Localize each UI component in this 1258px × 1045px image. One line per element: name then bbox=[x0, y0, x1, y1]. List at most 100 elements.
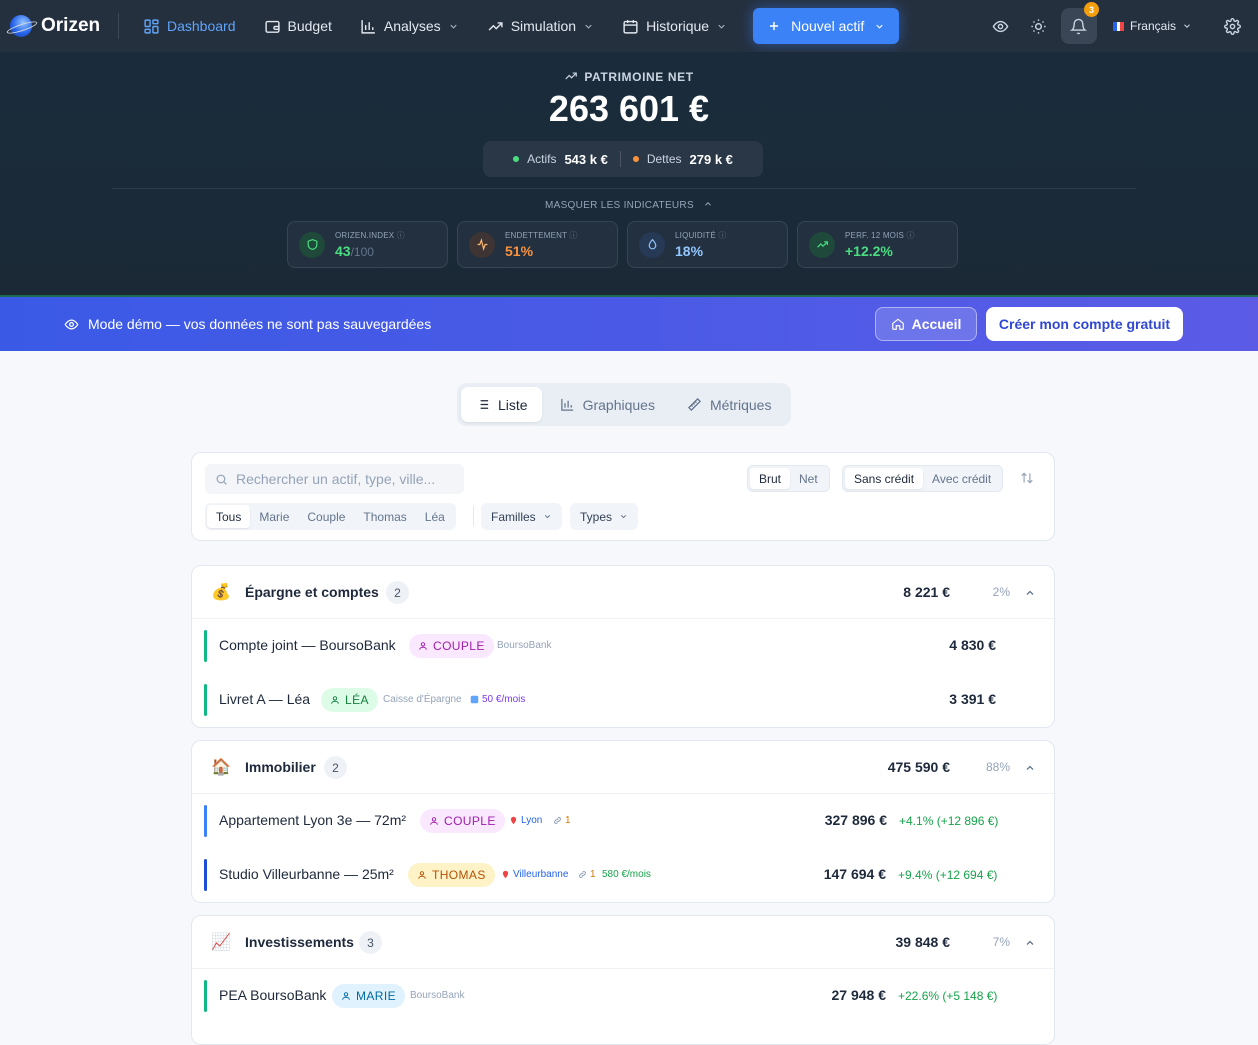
kpi-label: PERF. 12 MOIS ⓘ bbox=[845, 231, 915, 240]
user-icon bbox=[430, 817, 438, 825]
net-worth-label: PATRIMOINE NET bbox=[0, 69, 1258, 84]
kpi-label: ENDETTEMENT ⓘ bbox=[505, 231, 578, 240]
kpi-value: 18% bbox=[675, 243, 704, 259]
home-button[interactable]: Accueil bbox=[875, 307, 977, 341]
tab-metriques[interactable]: Métriques bbox=[673, 387, 785, 422]
category-title: Investissements bbox=[245, 934, 354, 950]
kpi-perf-12-mois[interactable]: PERF. 12 MOIS ⓘ +12.2% bbox=[797, 221, 958, 268]
owner-tag: MARIE bbox=[332, 984, 406, 1008]
hide-indicators-toggle[interactable]: MASQUER LES INDICATEURS bbox=[0, 199, 1258, 211]
net-worth-value: 263 601 € bbox=[548, 88, 710, 129]
settings-button[interactable] bbox=[1216, 10, 1248, 42]
bank-label: BoursoBank bbox=[410, 990, 465, 1001]
kpi-endettement[interactable]: ENDETTEMENT ⓘ 51% bbox=[457, 221, 618, 268]
list-icon bbox=[477, 400, 489, 409]
dashboard-icon bbox=[144, 18, 159, 34]
debts-label: Dettes bbox=[646, 152, 682, 166]
avec-credit-option[interactable]: Avec crédit bbox=[923, 468, 1000, 489]
debts-dot bbox=[632, 156, 639, 162]
rental-income: 580 €/mois bbox=[602, 869, 651, 880]
net-worth-hero: PATRIMOINE NET 263 601 € Actifs 543 k € … bbox=[0, 52, 1258, 297]
nav-label: Budget bbox=[287, 18, 332, 34]
nav-divider bbox=[118, 13, 119, 39]
chevron-up-icon[interactable] bbox=[1024, 762, 1036, 774]
calendar-icon bbox=[623, 19, 638, 34]
nav-item-simulation[interactable]: Simulation bbox=[475, 10, 606, 43]
bell-icon bbox=[1070, 18, 1088, 34]
demo-message: Mode démo — vos données ne sont pas sauv… bbox=[88, 316, 432, 332]
owner-thomas[interactable]: Thomas bbox=[354, 505, 415, 528]
new-asset-button[interactable]: Nouvel actif bbox=[753, 8, 900, 44]
asset-row[interactable]: Compte joint — BoursoBank COUPLE BoursoB… bbox=[192, 619, 1054, 673]
asset-performance: +4.1% (+12 896 €) bbox=[899, 814, 999, 828]
kpi-liquidite[interactable]: LIQUIDITÉ ⓘ 18% bbox=[627, 221, 788, 268]
activity-icon bbox=[469, 231, 495, 258]
kpi-label: ORIZEN.INDEX ⓘ bbox=[335, 231, 405, 240]
category-header[interactable]: 📈 Investissements 3 39 848 € 7% bbox=[192, 916, 1054, 969]
category-header[interactable]: 💰 Épargne et comptes 2 8 221 € 2% bbox=[192, 566, 1054, 619]
assets-debts-summary: Actifs 543 k € Dettes 279 k € bbox=[483, 141, 763, 177]
types-dropdown[interactable]: Types bbox=[570, 503, 639, 530]
link-icon bbox=[579, 871, 586, 878]
hero-divider bbox=[112, 188, 1136, 189]
kpi-value: 51% bbox=[505, 243, 534, 259]
repeat-icon bbox=[470, 695, 479, 704]
notifications-button[interactable]: 3 bbox=[1060, 2, 1099, 44]
kpi-orizen-index[interactable]: ORIZEN.INDEX ⓘ 43/100 bbox=[287, 221, 448, 268]
sort-icon[interactable] bbox=[1020, 471, 1034, 485]
asset-name: Livret A — Léa bbox=[219, 691, 311, 707]
owner-marie[interactable]: Marie bbox=[250, 505, 298, 528]
row-accent bbox=[204, 630, 207, 662]
asset-row[interactable]: Studio Villeurbanne — 25m² THOMAS Villeu… bbox=[192, 848, 1054, 902]
tab-liste[interactable]: Liste bbox=[461, 387, 542, 422]
credit-mode-toggle: Sans crédit Avec crédit bbox=[842, 465, 1004, 492]
asset-name: Compte joint — BoursoBank bbox=[219, 637, 396, 653]
row-accent bbox=[204, 805, 207, 837]
asset-row[interactable]: PEA BoursoBank MARIE BoursoBank 27 948 €… bbox=[192, 969, 1054, 1023]
trending-up-icon bbox=[809, 231, 835, 258]
net-option[interactable]: Net bbox=[790, 468, 827, 489]
owner-couple[interactable]: Couple bbox=[298, 505, 354, 528]
owner-lea[interactable]: Léa bbox=[416, 505, 454, 528]
nav-item-historique[interactable]: Historique bbox=[610, 10, 739, 43]
house-icon: 🏠 bbox=[211, 759, 231, 776]
nav-item-budget[interactable]: Budget bbox=[252, 10, 344, 43]
chevron-up-icon[interactable] bbox=[1024, 937, 1036, 949]
category-count: 3 bbox=[359, 931, 382, 954]
chevron-down-icon bbox=[450, 24, 457, 29]
theme-toggle-button[interactable] bbox=[1023, 10, 1055, 42]
privacy-toggle-button[interactable] bbox=[985, 10, 1017, 42]
owner-tous[interactable]: Tous bbox=[207, 505, 251, 528]
info-icon: ⓘ bbox=[569, 231, 578, 240]
chevron-down-icon bbox=[544, 515, 550, 519]
user-icon bbox=[419, 642, 427, 650]
bar-chart-icon bbox=[361, 19, 375, 34]
category-header[interactable]: 🏠 Immobilier 2 475 590 € 88% bbox=[192, 741, 1054, 794]
families-dropdown[interactable]: Familles bbox=[481, 503, 562, 530]
create-account-button[interactable]: Créer mon compte gratuit bbox=[986, 307, 1183, 341]
debts-value: 279 k € bbox=[689, 151, 733, 167]
wallet-icon bbox=[264, 20, 280, 33]
chevron-up-icon[interactable] bbox=[1024, 587, 1036, 599]
value-mode-toggle: Brut Net bbox=[747, 465, 830, 492]
chevron-up-icon bbox=[705, 202, 711, 206]
search-input[interactable] bbox=[236, 471, 456, 487]
asset-amount: 27 948 € bbox=[831, 987, 887, 1003]
app-logo[interactable]: Orizen bbox=[10, 15, 118, 37]
nav-item-analyses[interactable]: Analyses bbox=[348, 10, 471, 43]
brut-option[interactable]: Brut bbox=[750, 468, 791, 489]
category-title: Épargne et comptes bbox=[245, 584, 379, 600]
assets-value: 543 k € bbox=[564, 151, 608, 167]
bank-label: BoursoBank bbox=[497, 640, 552, 651]
gear-icon bbox=[1223, 17, 1241, 35]
asset-amount: 4 830 € bbox=[949, 637, 996, 653]
category-total: 8 221 € bbox=[903, 584, 950, 600]
language-selector[interactable]: Français bbox=[1103, 19, 1202, 33]
asset-row[interactable]: Appartement Lyon 3e — 72m² COUPLE Lyon 1… bbox=[192, 794, 1054, 848]
eye-icon bbox=[993, 20, 1009, 32]
asset-performance: +9.4% (+12 694 €) bbox=[898, 868, 998, 882]
nav-item-dashboard[interactable]: Dashboard bbox=[131, 10, 248, 43]
asset-row[interactable]: Livret A — Léa LÉA Caisse d'Épargne 50 €… bbox=[192, 673, 1054, 727]
tab-graphiques[interactable]: Graphiques bbox=[546, 387, 669, 422]
sans-credit-option[interactable]: Sans crédit bbox=[845, 468, 924, 489]
